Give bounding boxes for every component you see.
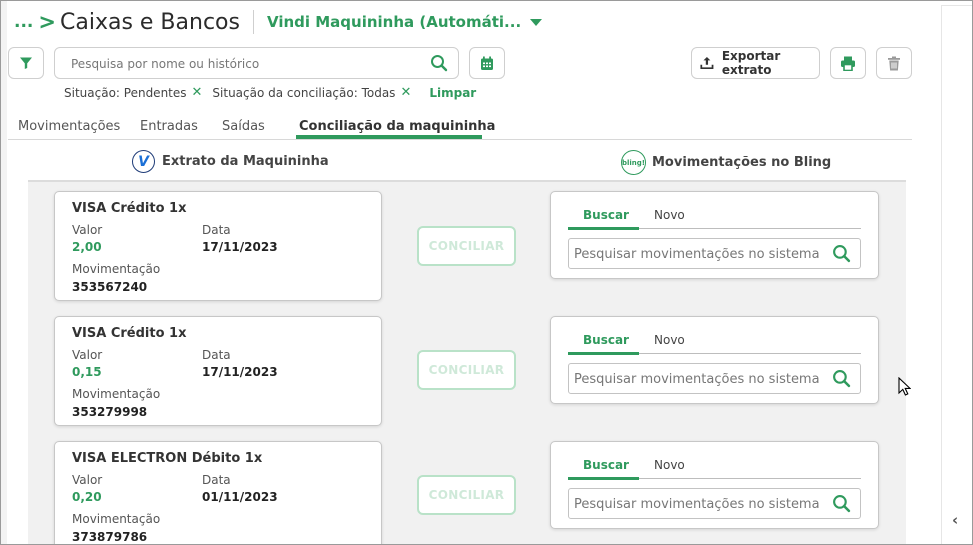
page-title: Caixas e Bancos xyxy=(59,9,240,35)
conciliar-button[interactable]: CONCILIAR xyxy=(417,350,516,390)
transaction-card: VISA Crédito 1x Valor 2,00 Data 17/11/20… xyxy=(54,191,382,301)
transaction-name: VISA Crédito 1x xyxy=(72,326,187,341)
bling-search-placeholder: Pesquisar movimentações no sistema xyxy=(574,497,820,512)
movimentacao-value: 353567240 xyxy=(72,280,148,294)
mouse-cursor-icon xyxy=(898,377,911,396)
export-statement-button[interactable]: Exportar extrato xyxy=(691,47,820,79)
search-icon[interactable] xyxy=(832,244,851,267)
print-button[interactable] xyxy=(830,47,866,79)
data-value: 01/11/2023 xyxy=(202,490,278,504)
vindi-logo-icon: V xyxy=(132,150,155,173)
data-label: Data xyxy=(202,223,231,237)
valor-label: Valor xyxy=(72,473,103,487)
data-label: Data xyxy=(202,473,231,487)
tab-novo[interactable]: Novo xyxy=(654,458,685,472)
bling-search-panel: Buscar Novo Pesquisar movimentações no s… xyxy=(550,441,879,529)
right-column-title: Movimentações no Bling xyxy=(652,155,832,170)
data-value: 17/11/2023 xyxy=(202,365,278,379)
conciliar-button[interactable]: CONCILIAR xyxy=(417,226,516,266)
search-icon[interactable] xyxy=(430,54,448,76)
movimentacao-label: Movimentação xyxy=(72,387,161,401)
breadcrumb-chevron-icon: > xyxy=(38,10,56,34)
chevron-left-icon[interactable]: ‹ xyxy=(952,511,958,529)
calendar-icon xyxy=(481,56,493,70)
bling-search-input[interactable]: Pesquisar movimentações no sistema xyxy=(568,363,861,394)
data-value: 17/11/2023 xyxy=(202,240,278,254)
upload-icon xyxy=(700,56,714,70)
filter-chip-label: Situação: Pendentes xyxy=(64,85,187,100)
active-filters: Situação: Pendentes ✕ Situação da concil… xyxy=(64,85,476,100)
valor-value: 0,20 xyxy=(72,490,102,504)
left-gutter xyxy=(1,1,7,544)
data-label: Data xyxy=(202,348,231,362)
transaction-name: VISA ELECTRON Débito 1x xyxy=(72,451,263,466)
conciliar-button[interactable]: CONCILIAR xyxy=(417,475,516,515)
breadcrumb[interactable]: ... xyxy=(14,12,33,32)
panel-active-tab-indicator xyxy=(568,227,639,230)
delete-button[interactable] xyxy=(876,47,912,79)
export-label: Exportar extrato xyxy=(721,49,781,77)
bling-search-placeholder: Pesquisar movimentações no sistema xyxy=(574,372,820,387)
panel-active-tab-indicator xyxy=(568,477,639,480)
valor-label: Valor xyxy=(72,348,103,362)
title-divider xyxy=(252,10,254,34)
tab-bar: Movimentações Entradas Saídas Conciliaçã… xyxy=(8,117,912,140)
filter-chip-label: Situação da conciliação: Todas xyxy=(212,85,396,100)
account-selector[interactable]: Vindi Maquininha (Automáti... xyxy=(267,13,521,31)
tab-novo[interactable]: Novo xyxy=(654,333,685,347)
side-panel: ‹ xyxy=(941,5,972,544)
filter-chip: Situação: Pendentes ✕ xyxy=(64,85,202,100)
remove-filter-icon[interactable]: ✕ xyxy=(400,85,411,100)
bling-logo-icon: bling! xyxy=(621,150,646,175)
search-placeholder: Pesquisa por nome ou histórico xyxy=(71,57,260,71)
remove-filter-icon[interactable]: ✕ xyxy=(192,85,203,100)
tab-entradas[interactable]: Entradas xyxy=(140,119,198,134)
search-input[interactable]: Pesquisa por nome ou histórico xyxy=(54,47,459,79)
page-header: ... > Caixas e Bancos Vindi Maquininha (… xyxy=(14,7,543,37)
tab-movimentacoes[interactable]: Movimentações xyxy=(18,119,120,134)
search-icon[interactable] xyxy=(832,369,851,392)
tab-buscar[interactable]: Buscar xyxy=(583,208,629,222)
movimentacao-label: Movimentação xyxy=(72,512,161,526)
left-column-title: Extrato da Maquininha xyxy=(162,154,329,169)
caret-down-icon[interactable] xyxy=(530,18,543,26)
left-column-header: V Extrato da Maquininha xyxy=(132,150,329,173)
tab-buscar[interactable]: Buscar xyxy=(583,333,629,347)
search-icon[interactable] xyxy=(832,494,851,517)
column-headers: V Extrato da Maquininha bling! Movimenta… xyxy=(28,141,906,182)
printer-icon xyxy=(841,56,855,71)
valor-value: 0,15 xyxy=(72,365,102,379)
panel-active-tab-indicator xyxy=(568,352,639,355)
transaction-card: VISA ELECTRON Débito 1x Valor 0,20 Data … xyxy=(54,441,382,544)
valor-label: Valor xyxy=(72,223,103,237)
tab-conciliacao-maquininha[interactable]: Conciliação da maquininha xyxy=(299,119,495,134)
active-tab-indicator xyxy=(296,135,482,139)
transaction-card: VISA Crédito 1x Valor 0,15 Data 17/11/20… xyxy=(54,316,382,426)
app-window: ... > Caixas e Bancos Vindi Maquininha (… xyxy=(0,0,973,545)
bling-search-input[interactable]: Pesquisar movimentações no sistema xyxy=(568,488,861,519)
filter-chip: Situação da conciliação: Todas ✕ xyxy=(212,85,411,100)
calendar-button[interactable] xyxy=(469,47,505,79)
tab-buscar[interactable]: Buscar xyxy=(583,458,629,472)
filter-button[interactable] xyxy=(8,47,44,79)
clear-filters-link[interactable]: Limpar xyxy=(429,86,476,100)
bling-search-placeholder: Pesquisar movimentações no sistema xyxy=(574,247,820,262)
bling-search-panel: Buscar Novo Pesquisar movimentações no s… xyxy=(550,191,879,279)
funnel-icon xyxy=(20,57,32,69)
movimentacao-value: 353279998 xyxy=(72,405,148,419)
right-column-header: bling! Movimentações no Bling xyxy=(621,150,831,175)
movimentacao-label: Movimentação xyxy=(72,262,161,276)
bling-search-input[interactable]: Pesquisar movimentações no sistema xyxy=(568,238,861,269)
valor-value: 2,00 xyxy=(72,240,102,254)
movimentacao-value: 373879786 xyxy=(72,530,148,544)
trash-icon xyxy=(888,56,900,70)
bling-search-panel: Buscar Novo Pesquisar movimentações no s… xyxy=(550,316,879,404)
tab-saidas[interactable]: Saídas xyxy=(222,119,265,134)
transaction-name: VISA Crédito 1x xyxy=(72,201,187,216)
tab-novo[interactable]: Novo xyxy=(654,208,685,222)
